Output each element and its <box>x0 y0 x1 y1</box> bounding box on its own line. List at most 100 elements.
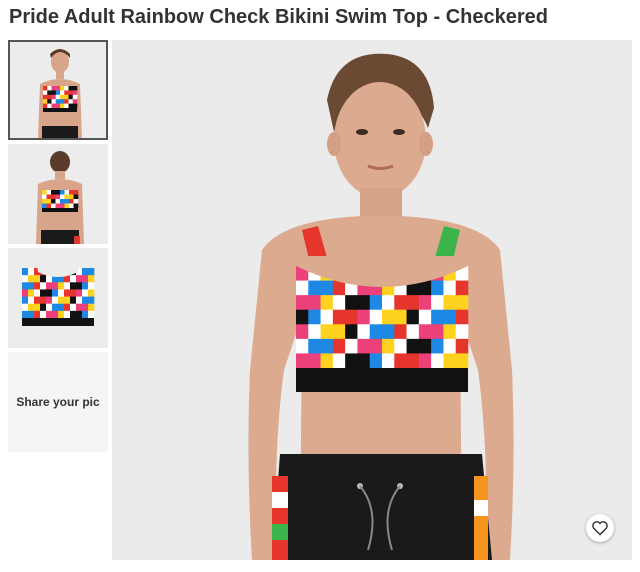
check-square <box>46 203 52 209</box>
check-square <box>46 190 52 195</box>
thumbnail-flat[interactable] <box>8 248 108 348</box>
check-square <box>332 324 346 340</box>
check-square <box>418 309 432 325</box>
check-square <box>357 295 371 311</box>
check-square <box>42 203 47 209</box>
check-square <box>43 99 48 104</box>
check-square <box>42 199 47 204</box>
check-square <box>64 199 70 204</box>
check-square <box>357 338 371 354</box>
check-square <box>52 296 59 305</box>
product-title: Pride Adult Rainbow Check Bikini Swim To… <box>9 6 548 28</box>
check-square <box>345 295 358 311</box>
check-square <box>40 296 47 305</box>
check-square <box>47 103 52 109</box>
check-square <box>76 310 83 319</box>
heart-icon <box>592 521 608 536</box>
check-square <box>369 353 383 369</box>
check-square <box>58 289 65 297</box>
check-square <box>357 353 371 369</box>
check-square <box>52 289 59 297</box>
check-square <box>88 296 95 305</box>
check-square <box>76 275 83 283</box>
check-square <box>55 99 61 104</box>
check-square <box>431 324 444 340</box>
favorite-button[interactable] <box>586 514 614 542</box>
check-square <box>345 324 358 340</box>
check-square <box>34 303 41 312</box>
check-square <box>58 282 65 290</box>
check-square <box>51 190 56 195</box>
check-square <box>431 338 444 354</box>
check-square <box>69 194 74 200</box>
check-square <box>394 353 407 369</box>
check-square <box>76 303 83 312</box>
check-square <box>22 282 29 290</box>
check-square <box>55 194 61 200</box>
check-square <box>52 303 59 312</box>
check-square <box>76 282 83 290</box>
check-square <box>345 338 358 354</box>
check-square <box>60 94 65 100</box>
check-square <box>22 303 29 312</box>
check-square <box>40 275 47 283</box>
check-square <box>406 309 420 325</box>
thumbnail-list: Share your pic <box>8 40 108 456</box>
thumbnail-front[interactable] <box>8 40 108 140</box>
check-square <box>76 296 83 305</box>
check-square <box>296 324 309 340</box>
check-square <box>455 324 469 340</box>
check-square <box>52 282 59 290</box>
check-square <box>55 90 61 96</box>
share-your-pic-label: Share your pic <box>16 395 100 409</box>
check-square <box>40 310 47 319</box>
check-square <box>64 190 70 195</box>
check-square <box>34 296 41 305</box>
check-square <box>82 296 89 305</box>
check-square <box>69 199 74 204</box>
check-square <box>320 338 334 354</box>
check-square <box>82 282 89 290</box>
check-square <box>55 94 61 100</box>
check-square <box>64 94 69 100</box>
check-square <box>72 90 78 96</box>
check-square <box>70 282 77 290</box>
check-square <box>64 289 71 297</box>
thumbnail-back[interactable] <box>8 144 108 244</box>
check-square <box>88 268 95 276</box>
check-square <box>394 309 407 325</box>
check-square <box>60 194 65 200</box>
check-square <box>357 324 371 340</box>
check-square <box>47 90 52 96</box>
check-square <box>58 310 65 319</box>
check-square <box>431 295 444 311</box>
check-square <box>296 353 309 369</box>
check-square <box>51 99 57 104</box>
check-square <box>320 324 334 340</box>
check-square <box>47 99 52 104</box>
check-square <box>82 303 89 312</box>
check-square <box>455 338 469 354</box>
check-square <box>88 275 95 283</box>
check-square <box>64 303 71 312</box>
check-square <box>58 303 65 312</box>
thumbnail-back-image <box>8 144 108 244</box>
check-square <box>73 203 79 209</box>
check-square <box>308 353 321 369</box>
check-square <box>64 296 71 305</box>
check-square <box>357 309 371 325</box>
check-square <box>296 338 309 354</box>
check-square <box>443 353 457 369</box>
check-square <box>369 309 383 325</box>
check-square <box>51 90 57 96</box>
check-square <box>28 289 35 297</box>
check-square <box>82 289 89 297</box>
check-square <box>51 94 57 100</box>
check-square <box>72 99 78 104</box>
check-square <box>443 338 457 354</box>
share-your-pic-button[interactable]: Share your pic <box>8 352 108 452</box>
check-square <box>82 268 89 276</box>
check-square <box>73 199 79 204</box>
check-square <box>52 310 59 319</box>
check-square <box>46 303 53 312</box>
